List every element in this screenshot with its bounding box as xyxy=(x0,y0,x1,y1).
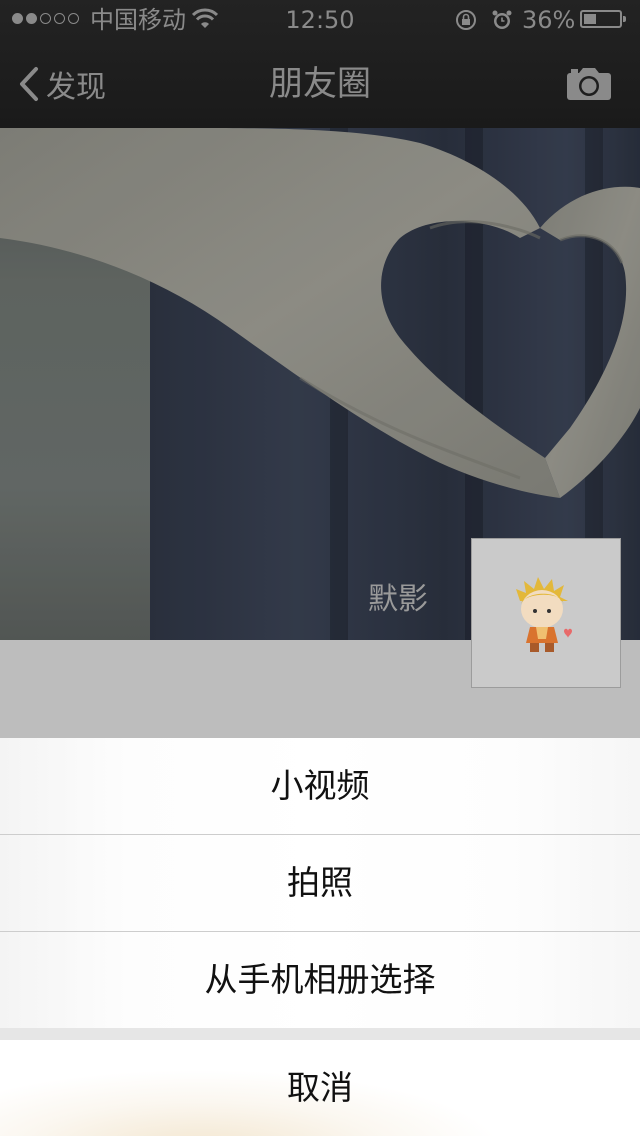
username: 默影 xyxy=(368,582,428,617)
avatar[interactable] xyxy=(471,538,621,688)
chevron-left-icon xyxy=(20,67,38,101)
camera-button[interactable] xyxy=(565,66,613,102)
carrier-name: 中国移动 xyxy=(90,6,186,34)
signal-strength-icon xyxy=(12,13,79,24)
battery-percent: 36% xyxy=(522,6,576,34)
cancel-button[interactable]: 取消 xyxy=(0,1040,640,1136)
action-choose-from-album[interactable]: 从手机相册选择 xyxy=(0,932,640,1028)
header: 中国移动 12:50 36% 发现 朋友圈 xyxy=(0,0,640,128)
camera-icon xyxy=(567,68,611,100)
back-button-label: 发现 xyxy=(46,70,106,105)
action-take-photo[interactable]: 拍照 xyxy=(0,835,640,931)
rotation-lock-icon xyxy=(454,8,478,38)
action-sheet: 小视频 拍照 从手机相册选择 取消 xyxy=(0,738,640,1136)
battery-icon xyxy=(580,10,626,28)
navigation-bar: 发现 朋友圈 xyxy=(0,40,640,128)
status-bar: 中国移动 12:50 36% xyxy=(0,0,640,40)
back-button[interactable]: 发现 xyxy=(18,62,106,106)
alarm-icon xyxy=(490,8,514,38)
cartoon-avatar-image xyxy=(472,539,620,687)
wifi-icon xyxy=(191,8,219,36)
action-short-video[interactable]: 小视频 xyxy=(0,738,640,834)
